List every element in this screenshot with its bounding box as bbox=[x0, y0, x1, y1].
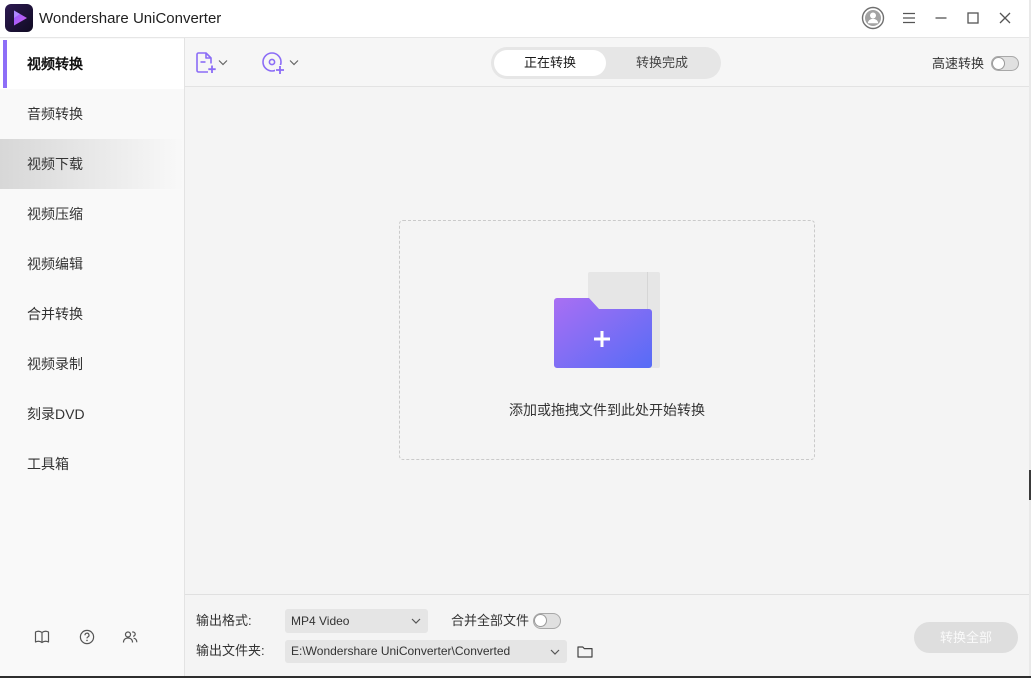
sidebar-item-video-edit[interactable]: 视频编辑 bbox=[0, 239, 184, 289]
output-settings-bar: 输出格式: MP4 Video 合并全部文件 输出文件夹: E:\Wonders… bbox=[185, 594, 1029, 676]
convert-all-button[interactable]: 转换全部 bbox=[914, 622, 1018, 653]
app-window: Wondershare UniConverter 视频转换 音频转换 视频下载 … bbox=[0, 0, 1029, 676]
merge-all-toggle[interactable] bbox=[533, 613, 561, 629]
maximize-icon[interactable] bbox=[961, 6, 985, 30]
output-format-value: MP4 Video bbox=[291, 614, 350, 628]
sidebar-item-video-convert[interactable]: 视频转换 bbox=[0, 39, 184, 89]
toggle-knob bbox=[535, 615, 546, 626]
add-folder-icon[interactable] bbox=[549, 268, 664, 372]
title-bar: Wondershare UniConverter bbox=[0, 0, 1029, 38]
output-folder-path: E:\Wondershare UniConverter\Converted bbox=[291, 644, 511, 658]
file-dropzone[interactable]: 添加或拖拽文件到此处开始转换 bbox=[399, 220, 815, 460]
tab-converting[interactable]: 正在转换 bbox=[494, 50, 606, 76]
toolbar: 正在转换 转换完成 高速转换 bbox=[185, 38, 1029, 87]
sidebar-item-label: 音频转换 bbox=[27, 106, 83, 122]
account-icon[interactable] bbox=[861, 6, 885, 30]
sidebar-item-label: 视频压缩 bbox=[27, 206, 83, 222]
sidebar-nav: 视频转换 音频转换 视频下载 视频压缩 视频编辑 合并转换 视频录制 刻录DVD bbox=[0, 39, 184, 489]
sidebar-item-toolbox[interactable]: 工具箱 bbox=[0, 439, 184, 489]
chevron-down-icon bbox=[411, 618, 421, 624]
sidebar-item-merge[interactable]: 合并转换 bbox=[0, 289, 184, 339]
minimize-icon[interactable] bbox=[929, 6, 953, 30]
sidebar-item-label: 视频编辑 bbox=[27, 256, 83, 272]
help-icon[interactable] bbox=[79, 629, 95, 645]
uniconverter-logo-icon bbox=[5, 4, 33, 32]
chevron-down-icon[interactable] bbox=[218, 59, 228, 66]
hamburger-menu-icon[interactable] bbox=[897, 6, 921, 30]
sidebar-item-label: 合并转换 bbox=[27, 306, 83, 322]
sidebar-item-label: 视频转换 bbox=[27, 56, 83, 72]
tab-finished[interactable]: 转换完成 bbox=[606, 50, 718, 76]
output-format-select[interactable]: MP4 Video bbox=[285, 609, 428, 633]
sidebar-item-video-download[interactable]: 视频下载 bbox=[0, 139, 184, 189]
high-speed-label: 高速转换 bbox=[932, 56, 985, 71]
merge-all-label: 合并全部文件 bbox=[451, 613, 530, 628]
sidebar-item-label: 视频录制 bbox=[27, 356, 83, 372]
conversion-tabs: 正在转换 转换完成 bbox=[491, 47, 721, 79]
output-format-label: 输出格式: bbox=[196, 613, 252, 628]
open-folder-icon[interactable] bbox=[577, 644, 593, 658]
output-folder-select[interactable]: E:\Wondershare UniConverter\Converted bbox=[285, 640, 567, 663]
sidebar-item-label: 工具箱 bbox=[27, 456, 69, 472]
toggle-knob bbox=[993, 58, 1004, 69]
add-file-icon[interactable] bbox=[195, 52, 217, 74]
book-icon[interactable] bbox=[34, 629, 50, 645]
sidebar-item-video-compress[interactable]: 视频压缩 bbox=[0, 189, 184, 239]
window-title: Wondershare UniConverter bbox=[39, 10, 222, 27]
add-disc-icon[interactable] bbox=[261, 51, 285, 75]
sidebar-item-audio-convert[interactable]: 音频转换 bbox=[0, 89, 184, 139]
sidebar-item-label: 视频下载 bbox=[27, 156, 83, 172]
sidebar-item-label: 刻录DVD bbox=[27, 406, 85, 422]
sidebar: 视频转换 音频转换 视频下载 视频压缩 视频编辑 合并转换 视频录制 刻录DVD bbox=[0, 38, 185, 676]
sidebar-item-screen-record[interactable]: 视频录制 bbox=[0, 339, 184, 389]
dropzone-hint: 添加或拖拽文件到此处开始转换 bbox=[509, 402, 705, 418]
users-icon[interactable] bbox=[122, 629, 138, 645]
sidebar-item-burn-dvd[interactable]: 刻录DVD bbox=[0, 389, 184, 439]
chevron-down-icon bbox=[550, 649, 560, 655]
chevron-down-icon[interactable] bbox=[289, 59, 299, 66]
main-panel: 正在转换 转换完成 高速转换 添加或拖拽文件到此处开始转换 输出格式: MP4 … bbox=[185, 38, 1029, 676]
high-speed-toggle[interactable] bbox=[991, 56, 1019, 71]
output-folder-label: 输出文件夹: bbox=[196, 643, 265, 658]
close-icon[interactable] bbox=[993, 6, 1017, 30]
